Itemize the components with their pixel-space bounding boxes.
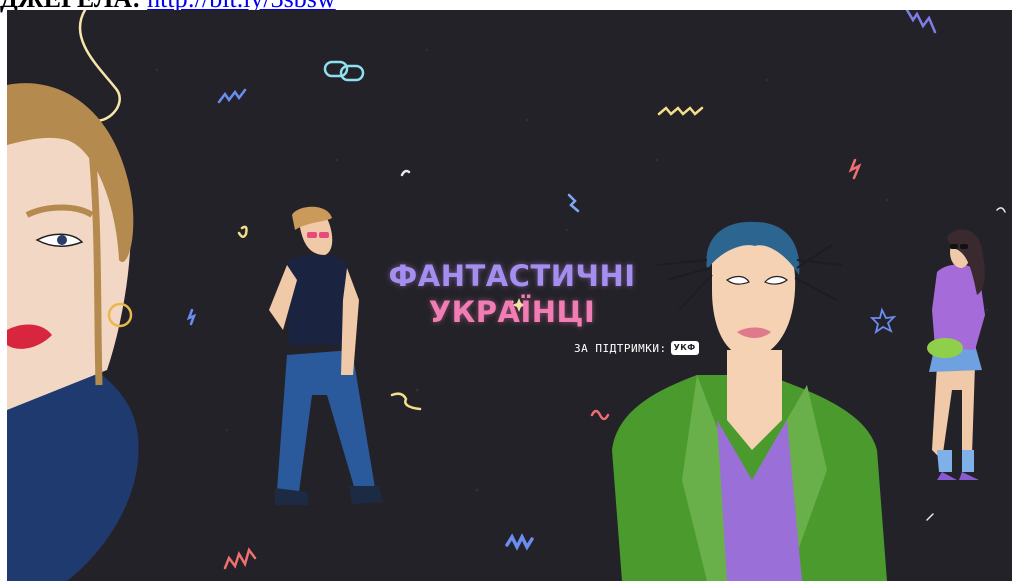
left-woman-portrait [7, 83, 139, 581]
blue-small-zig-icon [567, 193, 580, 213]
sponsor-logo: УКФ [670, 341, 699, 355]
right-woman-bag [927, 338, 963, 358]
red-bottom-zig-icon [223, 547, 257, 570]
blue-bottom-zig-icon [505, 533, 534, 551]
standing-man [269, 206, 383, 505]
man-right-shoe [349, 486, 383, 504]
red-zigzag-icon [848, 158, 862, 180]
yellow-swirl-icon [390, 392, 422, 411]
top-right-zigzag-icon [905, 10, 937, 34]
yellow-wave-icon [657, 106, 704, 116]
man-jeans [277, 350, 375, 492]
banner-title: ФАНТАСТИЧНІ УКРАЇНЦІ [387, 258, 637, 330]
support-label: ЗА ПІДТРИМКИ: [574, 341, 667, 355]
red-wave-icon [590, 409, 610, 421]
center-woman [612, 221, 887, 581]
page-source-line: ДЖЕРЕЛА: http://bit.ly/3sbsw [0, 0, 336, 12]
blue-tiny-zig-icon [186, 308, 197, 326]
star-icon [869, 307, 897, 335]
man-left-shoe [275, 488, 309, 505]
small-curl-icon [400, 169, 411, 177]
title-line-2: УКРАЇНЦІ [428, 295, 596, 329]
yellow-loop-icon [237, 225, 248, 238]
title-line-1: ФАНТАСТИЧНІ [388, 259, 636, 293]
blue-zigzag-icon [217, 88, 247, 104]
banner-illustration: ФАНТАСТИЧНІ УКРАЇНЦІ ЗА ПІДТРИМКИ: УКФ [7, 10, 1012, 581]
support-credit: ЗА ПІДТРИМКИ: УКФ [574, 341, 699, 355]
yellow-string-icon [78, 10, 121, 123]
man-glasses [307, 232, 317, 238]
right-woman [927, 229, 985, 480]
